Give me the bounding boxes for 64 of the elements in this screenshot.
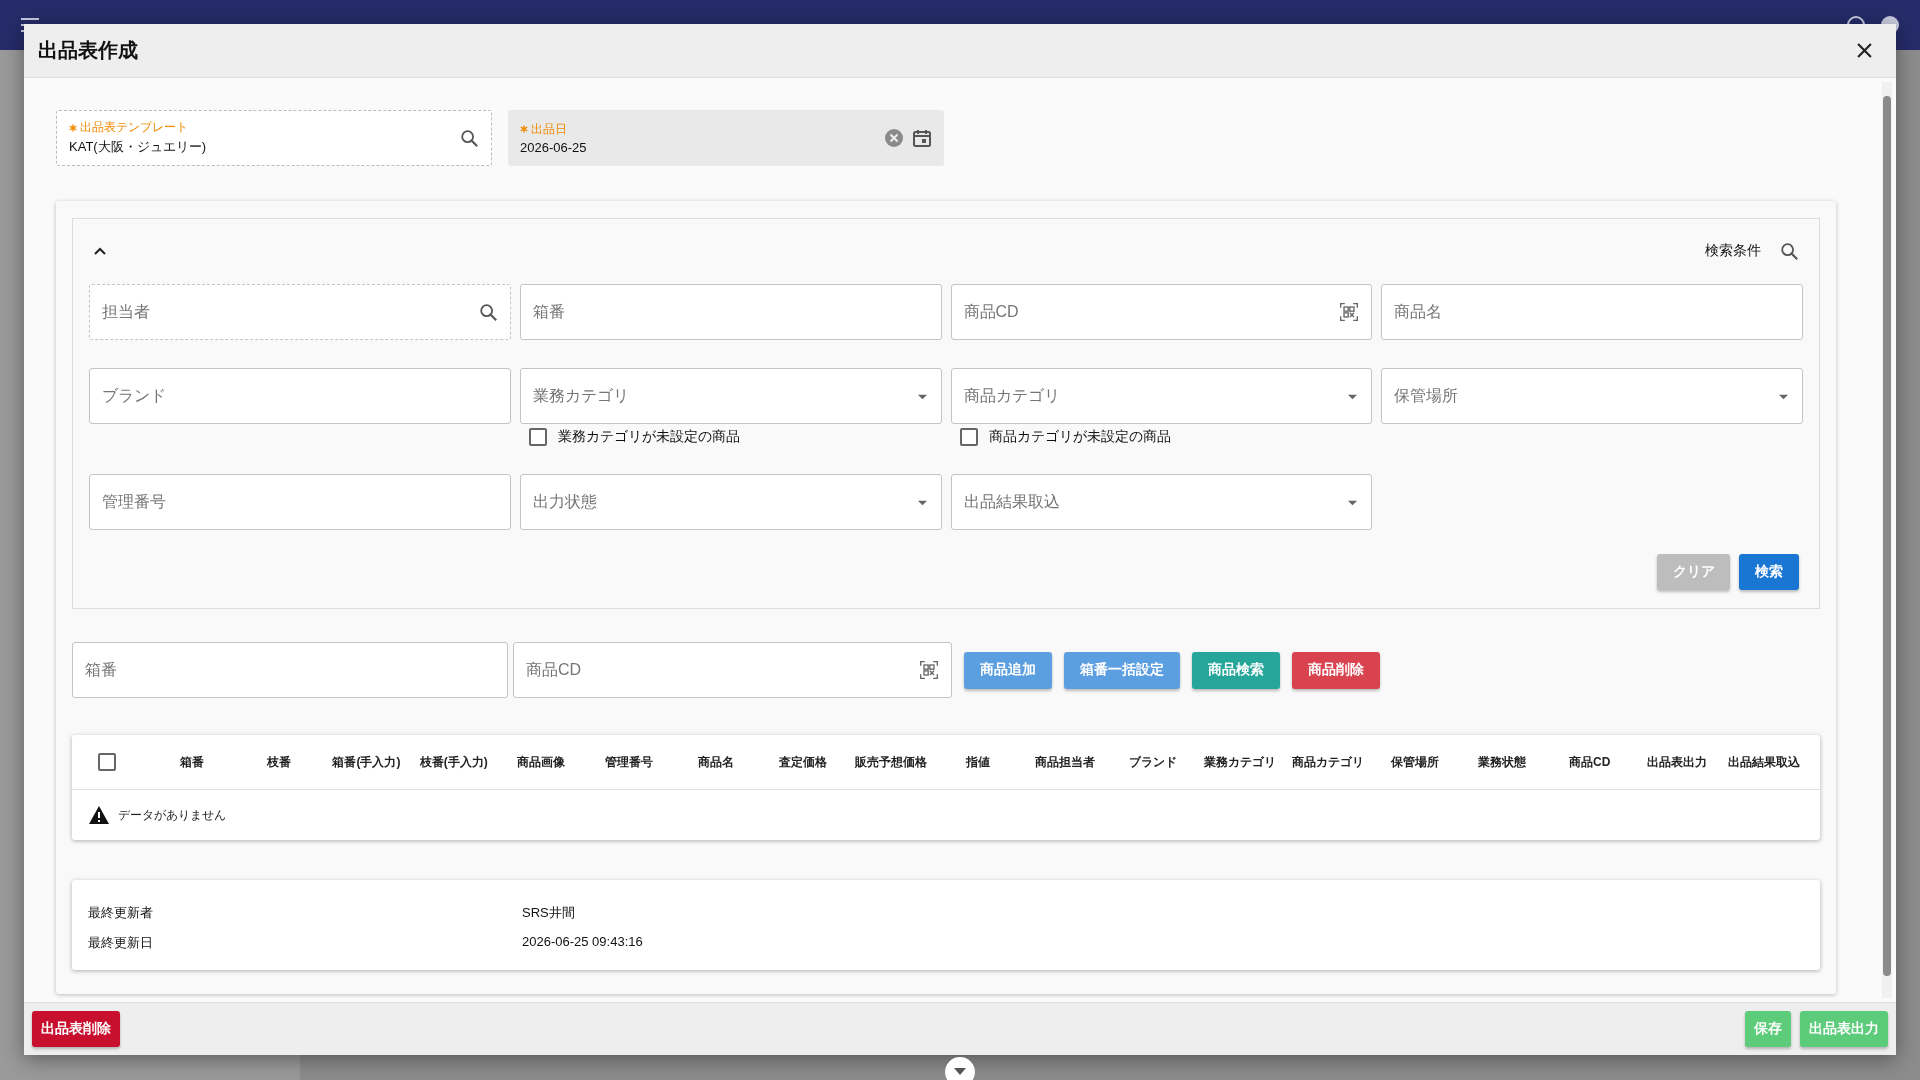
search-icon[interactable]	[1779, 241, 1799, 261]
select-field[interactable]: 業務カテゴリ	[519, 368, 942, 424]
column-header[interactable]: 出品結果取込	[1720, 753, 1809, 771]
empty-message: データがありません	[118, 806, 226, 824]
column-header[interactable]: 箱番(手入力)	[322, 753, 411, 771]
chevron-down-icon[interactable]	[944, 1056, 976, 1080]
field-label: 出品日	[531, 121, 567, 137]
input-field[interactable]: 商品名	[1381, 284, 1803, 340]
date-field[interactable]: 出品日 2026-06-25	[508, 110, 944, 166]
input-field[interactable]: 箱番	[519, 284, 942, 340]
column-header[interactable]: 枝番(手入力)	[410, 753, 498, 771]
info-value: 2026-06-25 09:43:16	[522, 934, 643, 951]
checkbox[interactable]	[959, 428, 978, 446]
column-header[interactable]: 査定価格	[759, 753, 847, 771]
dialog-title: 出品表作成	[38, 38, 138, 63]
column-header[interactable]: 出品表出力	[1633, 753, 1721, 771]
scrollbar[interactable]	[1882, 82, 1892, 998]
warning-icon	[88, 805, 110, 825]
clear-icon[interactable]	[884, 128, 904, 148]
lookup-field[interactable]: 担当者	[89, 284, 511, 340]
search-icon[interactable]	[477, 302, 498, 322]
select-field[interactable]: 商品カテゴリ	[950, 368, 1373, 424]
info-value: SRS井間	[522, 904, 575, 922]
column-header[interactable]: 商品カテゴリ	[1283, 753, 1372, 771]
column-header[interactable]: 販売予想価格	[847, 753, 935, 771]
column-header[interactable]: 保管場所	[1371, 753, 1459, 771]
delete-button[interactable]: 出品表削除	[32, 1011, 120, 1047]
search-icon[interactable]	[459, 128, 479, 148]
select-field[interactable]: 出力状態	[519, 474, 942, 530]
select-all-checkbox[interactable]	[98, 753, 116, 771]
column-header[interactable]: 管理番号	[584, 753, 673, 771]
input-field[interactable]: ブランド	[89, 368, 511, 424]
search-button[interactable]: 検索	[1739, 554, 1799, 590]
search-conditions-label: 検索条件	[1705, 242, 1761, 260]
input-field[interactable]: 箱番	[72, 642, 508, 698]
column-header[interactable]: 商品画像	[497, 753, 585, 771]
input-field[interactable]: 商品CD	[950, 284, 1373, 340]
input-field[interactable]: 管理番号	[89, 474, 511, 530]
input-field[interactable]: 商品CD	[513, 642, 952, 698]
select-field[interactable]: 出品結果取込	[950, 474, 1373, 530]
checkbox-label: 商品カテゴリが未設定の商品	[988, 428, 1171, 446]
info-label: 最終更新日	[88, 934, 154, 952]
column-header[interactable]: 指値	[934, 753, 1022, 771]
calendar-icon[interactable]	[912, 128, 932, 148]
action-button[interactable]: 商品削除	[1292, 651, 1380, 689]
column-header[interactable]: ブランド	[1109, 753, 1197, 771]
close-icon[interactable]	[1857, 43, 1872, 58]
qr-code-icon[interactable]	[1339, 302, 1360, 322]
qr-code-icon[interactable]	[919, 660, 939, 680]
column-header[interactable]: 商品CD	[1546, 753, 1634, 771]
select-field[interactable]: 保管場所	[1381, 368, 1803, 424]
column-header[interactable]: 業務カテゴリ	[1196, 753, 1284, 771]
action-button[interactable]: 商品検索	[1192, 651, 1280, 689]
chevron-icon[interactable]	[93, 246, 107, 256]
field-label: 出品表テンプレート	[80, 120, 188, 135]
info-label: 最終更新者	[88, 904, 154, 922]
column-header[interactable]: 枝番	[235, 753, 323, 771]
lookup-field[interactable]: 出品表テンプレート KAT(大阪・ジュエリー)	[56, 110, 492, 166]
column-header[interactable]: 箱番	[148, 753, 236, 771]
column-header[interactable]: 業務状態	[1458, 753, 1546, 771]
column-header[interactable]: 商品担当者	[1021, 753, 1110, 771]
checkbox[interactable]	[528, 428, 547, 446]
column-header[interactable]: 商品名	[672, 753, 760, 771]
checkbox-label: 業務カテゴリが未設定の商品	[557, 428, 740, 446]
